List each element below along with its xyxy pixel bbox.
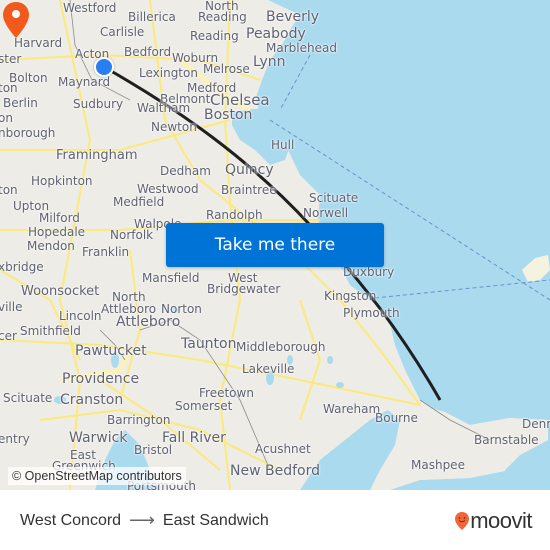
- place-label: xbridge: [0, 260, 44, 274]
- place-label: Melrose: [203, 62, 250, 76]
- place-label: Randolph: [206, 208, 263, 222]
- place-label: Lincoln: [59, 309, 102, 323]
- place-label: Mansfield: [142, 271, 200, 285]
- place-label: Smithfield: [20, 324, 81, 338]
- place-label: ster: [0, 52, 22, 66]
- route-summary: West Concord ⟶ East Sandwich: [20, 510, 269, 531]
- footer: West Concord ⟶ East Sandwich moovit: [0, 490, 550, 550]
- place-label: Bedford: [124, 45, 172, 59]
- place-label: ton: [0, 183, 18, 197]
- place-label: Chelsea: [210, 91, 270, 109]
- place-label: Dedham: [160, 164, 211, 178]
- place-label: Reading: [198, 10, 247, 24]
- map-view[interactable]: Westford Billerica North Reading Beverly Peab…: [0, 0, 550, 490]
- place-label: Kingston: [324, 289, 377, 303]
- origin-dot-icon[interactable]: [94, 57, 114, 77]
- place-label: Duxbury: [343, 265, 395, 279]
- place-label: New Bedford: [230, 463, 320, 479]
- place-label: Taunton: [181, 336, 237, 352]
- place-label: Somerset: [175, 399, 233, 413]
- place-label: Plymouth: [343, 306, 400, 320]
- place-label: Carlisle: [100, 25, 145, 39]
- place-label: Hopkinton: [31, 174, 93, 188]
- take-me-there-button[interactable]: Take me there: [166, 223, 384, 267]
- place-label: Freetown: [199, 386, 254, 400]
- map-attribution[interactable]: © OpenStreetMap contributors: [8, 467, 186, 485]
- place-label: Billerica: [128, 10, 176, 24]
- arrow-right-icon: ⟶: [129, 510, 155, 530]
- brand-name: moovit: [470, 508, 532, 533]
- place-label: Lakeville: [242, 362, 295, 376]
- place-label: Waltham: [137, 101, 191, 115]
- place-label: Providence: [62, 371, 140, 387]
- destination-label: East Sandwich: [162, 511, 269, 529]
- place-label: Norwell: [303, 206, 349, 220]
- place-label: ton: [0, 81, 18, 95]
- place-label: Lexington: [139, 66, 198, 80]
- place-label: nborough: [0, 126, 56, 140]
- place-label: Warwick: [69, 430, 128, 446]
- place-label: Sudbury: [73, 97, 124, 111]
- place-label: Scituate: [3, 391, 53, 405]
- place-label: Framingham: [56, 148, 138, 163]
- place-label: ville: [0, 300, 23, 314]
- origin-label: West Concord: [20, 511, 122, 529]
- place-label: Lynn: [253, 54, 286, 70]
- place-label: Bridgewater: [207, 282, 281, 296]
- place-label: Mashpee: [411, 458, 465, 472]
- place-label: Wareham: [323, 402, 381, 416]
- attribution-text: © OpenStreetMap contributors: [12, 469, 182, 483]
- place-label: Hull: [271, 138, 295, 152]
- place-label: Attleboro: [116, 314, 181, 330]
- place-label: Denn: [522, 417, 550, 431]
- place-label: Barnstable: [474, 433, 539, 447]
- place-label: Medfield: [113, 195, 165, 209]
- place-label: Franklin: [82, 245, 130, 259]
- place-label: entry: [0, 432, 30, 446]
- place-label: Quincy: [225, 162, 274, 178]
- place-label: Berlin: [3, 96, 38, 110]
- place-label: Barrington: [107, 413, 171, 427]
- place-label: Mendon: [27, 239, 75, 253]
- place-label: Norfolk: [110, 228, 154, 242]
- place-label: cer: [0, 329, 17, 343]
- place-label: Westford: [63, 1, 117, 15]
- place-label: Milford: [39, 211, 80, 225]
- place-label: Newton: [151, 120, 197, 134]
- place-label: on: [0, 111, 13, 125]
- place-label: Woonsocket: [21, 284, 100, 299]
- place-label: Maynard: [58, 75, 111, 89]
- moovit-pin-logo-icon: [455, 512, 470, 530]
- place-label: Acushnet: [255, 442, 311, 456]
- map-pin-icon[interactable]: [0, 0, 32, 40]
- place-label: Beverly: [266, 9, 320, 25]
- place-label: Cranston: [60, 392, 124, 408]
- place-label: Boston: [204, 107, 253, 123]
- place-label: Reading: [190, 29, 239, 43]
- place-label: Bourne: [375, 411, 418, 425]
- place-label: Scituate: [309, 191, 359, 205]
- place-label: Pawtucket: [75, 343, 147, 359]
- place-label: Braintree: [221, 183, 277, 197]
- place-label: Hopedale: [28, 225, 86, 239]
- place-label: Middleborough: [236, 340, 326, 354]
- place-label: Marblehead: [266, 41, 337, 55]
- place-label: Westwood: [137, 182, 199, 196]
- place-label: Peabody: [246, 26, 306, 42]
- moovit-logo[interactable]: moovit: [454, 508, 532, 534]
- place-label: Bristol: [134, 443, 173, 457]
